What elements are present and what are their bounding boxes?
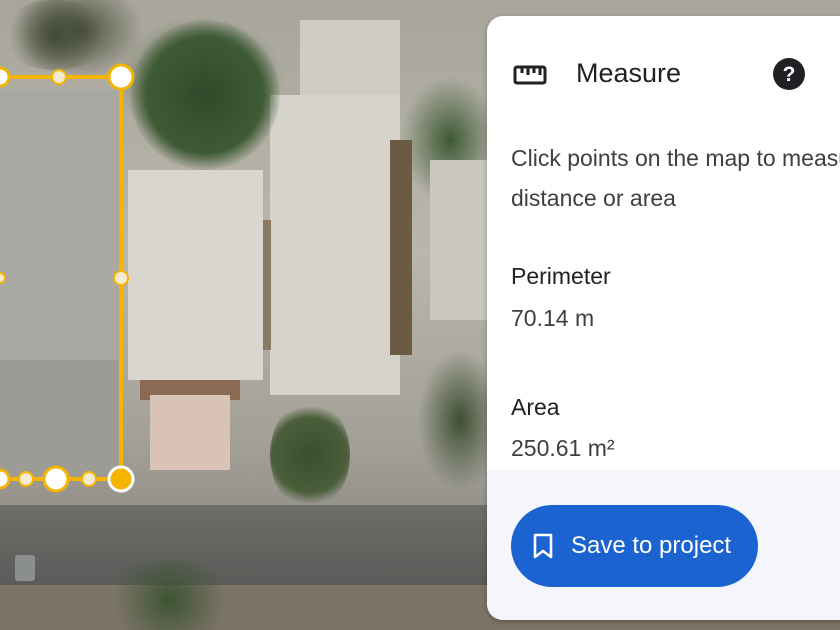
perimeter-value: 70.14 m [511,305,595,331]
polygon-vertex[interactable] [0,66,11,88]
roof-ledge [390,140,412,355]
perimeter-label: Perimeter [511,263,611,289]
save-button-label: Save to project [571,532,732,559]
building-roof [430,160,490,320]
roof-ledge [263,220,271,350]
help-circle-icon[interactable]: ? [773,58,805,90]
polygon-midpoint[interactable] [81,471,97,487]
tree-canopy [0,0,110,70]
tree-canopy [100,560,240,630]
building-roof [300,20,400,100]
tree-canopy [270,400,350,510]
polygon-vertex[interactable] [107,63,135,91]
area-value: 250.61 m² [511,435,615,461]
measure-instructions: Click points on the map to measure dista… [511,145,840,211]
polygon-midpoint[interactable] [51,69,67,85]
parked-car [15,555,35,581]
polygon-vertex[interactable] [0,468,11,490]
courtyard [150,395,230,470]
polygon-midpoint[interactable] [0,272,6,284]
polygon-vertex-active[interactable] [107,465,135,493]
building-roof [128,170,263,380]
tree-canopy [130,20,280,170]
svg-text:?: ? [783,63,796,86]
building-roof [270,95,400,395]
panel-header: Measure ? [487,16,840,132]
polygon-midpoint[interactable] [113,270,129,286]
polygon-vertex[interactable] [42,465,70,493]
panel-title: Measure [576,58,682,88]
map-viewport[interactable]: Measure ? Click points on the map to mea… [0,0,840,630]
polygon-midpoint[interactable] [18,471,34,487]
area-label: Area [511,394,560,420]
building-roof [0,360,122,480]
ruler-icon [513,65,547,85]
save-to-project-button[interactable]: Save to project [511,505,758,587]
measure-panel: Measure ? Click points on the map to mea… [487,16,840,620]
bookmark-icon [533,533,553,559]
